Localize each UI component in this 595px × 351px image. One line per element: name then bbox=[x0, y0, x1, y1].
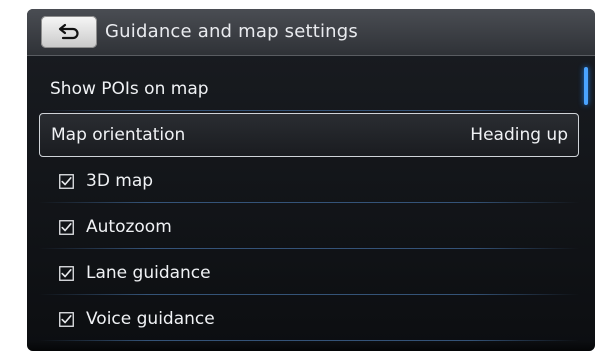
back-button[interactable] bbox=[41, 16, 97, 48]
bottom-fade bbox=[27, 341, 595, 351]
list-item-label: Lane guidance bbox=[86, 263, 211, 283]
checkbox-checked-icon[interactable] bbox=[59, 311, 74, 327]
list-item-show-pois[interactable]: Show POIs on map bbox=[39, 67, 579, 111]
list-item-3d-map[interactable]: 3D map bbox=[39, 159, 579, 203]
list-item-voice-guidance[interactable]: Voice guidance bbox=[39, 297, 579, 341]
list-item-label: Voice guidance bbox=[86, 309, 215, 329]
map-orientation-value: Heading up bbox=[470, 125, 568, 145]
list-item-lane-guidance[interactable]: Lane guidance bbox=[39, 251, 579, 295]
scrollbar-thumb[interactable] bbox=[584, 67, 588, 105]
settings-list: Show POIs on map Map orientation Heading… bbox=[39, 65, 579, 351]
list-item-label: Map orientation bbox=[51, 125, 186, 145]
list-item-autozoom[interactable]: Autozoom bbox=[39, 205, 579, 249]
header-bar: Guidance and map settings bbox=[27, 9, 595, 56]
list-item-label: Show POIs on map bbox=[50, 79, 209, 99]
back-arrow-icon bbox=[57, 23, 81, 41]
checkbox-checked-icon[interactable] bbox=[59, 173, 74, 189]
page-title: Guidance and map settings bbox=[105, 21, 358, 42]
checkbox-checked-icon[interactable] bbox=[59, 219, 74, 235]
list-item-label: Autozoom bbox=[86, 217, 172, 237]
list-item-map-orientation[interactable]: Map orientation Heading up bbox=[39, 113, 579, 157]
list-item-label: 3D map bbox=[86, 171, 154, 191]
checkbox-checked-icon[interactable] bbox=[59, 265, 74, 281]
settings-screen: Guidance and map settings Show POIs on m… bbox=[27, 9, 595, 351]
